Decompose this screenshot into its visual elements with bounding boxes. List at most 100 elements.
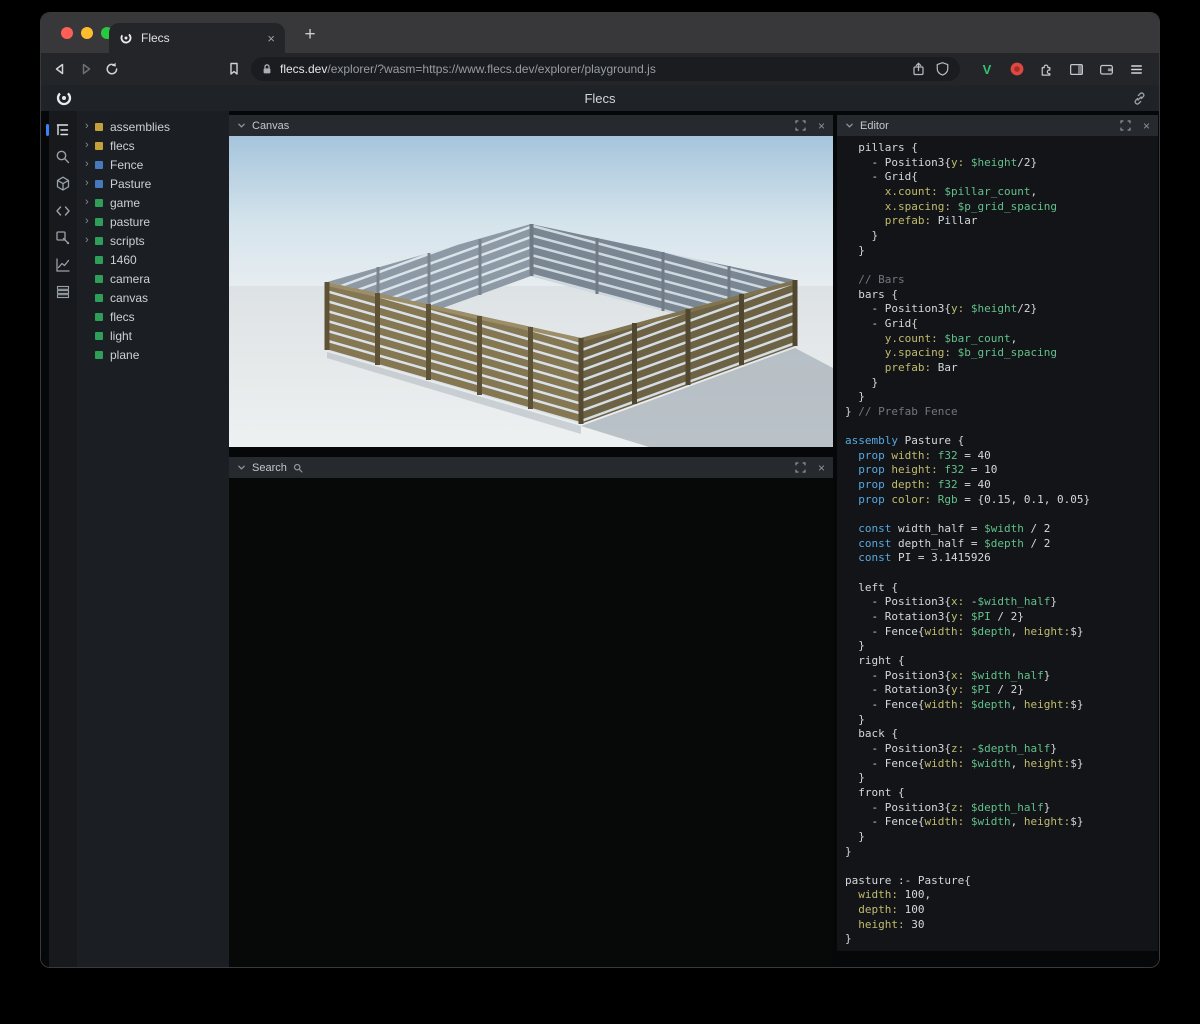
code-line: y.count: $bar_count, (845, 332, 1150, 347)
tree-item-label: flecs (110, 139, 135, 153)
permalink-icon[interactable] (1132, 91, 1147, 106)
flecs-explorer-app: Flecs › assemblies › flecs ›Fence›Pasture›ga… (41, 85, 1159, 968)
code-line: prop width: f32 = 40 (845, 449, 1150, 464)
code-line (845, 419, 1150, 434)
red-circle-extension-icon[interactable] (1009, 61, 1025, 77)
close-panel-icon[interactable]: × (818, 119, 825, 133)
code-line: - Position3{x: $width_half} (845, 669, 1150, 684)
close-panel-icon[interactable]: × (1143, 119, 1150, 133)
tree-item-label: scripts (110, 234, 145, 248)
expand-chevron-icon[interactable]: › (85, 231, 95, 250)
stats-icon[interactable] (54, 256, 72, 274)
code-line: bars { (845, 288, 1150, 303)
tab-close-icon[interactable]: × (267, 31, 275, 46)
expand-chevron-icon[interactable]: › (85, 174, 95, 193)
code-line: prefab: Bar (845, 361, 1150, 376)
entity-color-square (95, 351, 103, 359)
tree-item[interactable]: › scripts (77, 231, 229, 250)
canvas-3d-view[interactable] (229, 136, 833, 447)
tree-item[interactable]: 1460 (77, 250, 229, 269)
sidebar-icon[interactable] (1068, 61, 1085, 78)
canvas-panel: Canvas × (229, 115, 833, 447)
entities-icon[interactable] (54, 175, 72, 193)
entity-color-square (95, 199, 103, 207)
expand-panel-icon[interactable] (795, 120, 806, 131)
app-title: Flecs (584, 91, 615, 106)
close-window-button[interactable] (61, 27, 73, 39)
expand-chevron-icon[interactable]: › (85, 193, 95, 212)
new-tab-button[interactable]: + (297, 22, 323, 48)
code-line: } (845, 376, 1150, 391)
tree-item[interactable]: canvas (77, 288, 229, 307)
entity-color-square (95, 256, 103, 264)
tree-item[interactable]: ›game (77, 193, 229, 212)
code-line: } (845, 932, 1150, 947)
tree-item[interactable]: ›Pasture (77, 174, 229, 193)
tree-item[interactable]: ›pasture (77, 212, 229, 231)
browser-tab[interactable]: Flecs × (109, 23, 285, 53)
minimize-window-button[interactable] (81, 27, 93, 39)
reload-icon[interactable] (103, 60, 121, 78)
search-icon[interactable] (54, 148, 72, 166)
wallet-icon[interactable] (1098, 61, 1115, 78)
tree-item-label: camera (110, 272, 150, 286)
code-line: - Rotation3{y: $PI / 2} (845, 610, 1150, 625)
code-line: } (845, 229, 1150, 244)
search-panel-title: Search (252, 462, 287, 474)
code-line: left { (845, 581, 1150, 596)
menu-icon[interactable] (1128, 61, 1145, 78)
tab-title: Flecs (141, 31, 259, 45)
tables-icon[interactable] (54, 283, 72, 301)
code-line: back { (845, 727, 1150, 742)
canvas-panel-header: Canvas × (229, 115, 833, 136)
tree-item[interactable]: › assemblies (77, 117, 229, 136)
tree-item[interactable]: plane (77, 345, 229, 364)
collapse-chevron-icon[interactable] (237, 463, 246, 472)
tree-item[interactable]: flecs (77, 307, 229, 326)
tree-item[interactable]: light (77, 326, 229, 345)
back-icon[interactable] (51, 60, 69, 78)
close-panel-icon[interactable]: × (818, 461, 825, 475)
code-line: width: 100, (845, 888, 1150, 903)
entity-tree[interactable]: › assemblies › flecs ›Fence›Pasture›game›pas… (77, 111, 229, 968)
search-results-area[interactable] (229, 478, 833, 968)
tree-item[interactable]: ›Fence (77, 155, 229, 174)
forward-icon[interactable] (77, 60, 95, 78)
tree-item[interactable]: › flecs (77, 136, 229, 155)
inspect-icon[interactable] (54, 229, 72, 247)
code-line: - Rotation3{y: $PI / 2} (845, 683, 1150, 698)
code-line (845, 566, 1150, 581)
expand-panel-icon[interactable] (795, 462, 806, 473)
code-line: } // Prefab Fence (845, 405, 1150, 420)
entity-color-square (95, 332, 103, 340)
editor-panel: Editor × pillars { - Position3{y: $heigh… (837, 115, 1158, 951)
v-extension-icon[interactable]: V (978, 62, 996, 77)
expand-chevron-icon[interactable]: › (85, 117, 95, 136)
shield-icon[interactable] (935, 61, 950, 77)
collapse-chevron-icon[interactable] (237, 121, 246, 130)
tree-item[interactable]: camera (77, 269, 229, 288)
extensions-puzzle-icon[interactable] (1038, 61, 1055, 78)
share-icon[interactable] (911, 61, 926, 77)
address-bar[interactable]: flecs.dev/explorer/?wasm=https://www.fle… (251, 57, 960, 81)
side-toolbar (49, 111, 77, 968)
code-line: height: 30 (845, 918, 1150, 933)
editor-code[interactable]: pillars { - Position3{y: $height/2} - Gr… (837, 136, 1158, 951)
flecs-logo-icon[interactable] (55, 89, 73, 107)
code-line: depth: 100 (845, 903, 1150, 918)
entity-color-square (95, 294, 103, 302)
code-line (845, 859, 1150, 874)
code-line: const depth_half = $depth / 2 (845, 537, 1150, 552)
code-line: - Position3{z: -$depth_half} (845, 742, 1150, 757)
app-header: Flecs (41, 85, 1159, 111)
expand-chevron-icon[interactable]: › (85, 155, 95, 174)
tree-item-label: assemblies (110, 120, 170, 134)
code-icon[interactable] (54, 202, 72, 220)
code-line: prop color: Rgb = {0.15, 0.1, 0.05} (845, 493, 1150, 508)
bookmark-icon[interactable] (225, 60, 243, 78)
tree-view-icon[interactable] (54, 121, 72, 139)
expand-chevron-icon[interactable]: › (85, 136, 95, 155)
expand-chevron-icon[interactable]: › (85, 212, 95, 231)
collapse-chevron-icon[interactable] (845, 121, 854, 130)
expand-panel-icon[interactable] (1120, 120, 1131, 131)
